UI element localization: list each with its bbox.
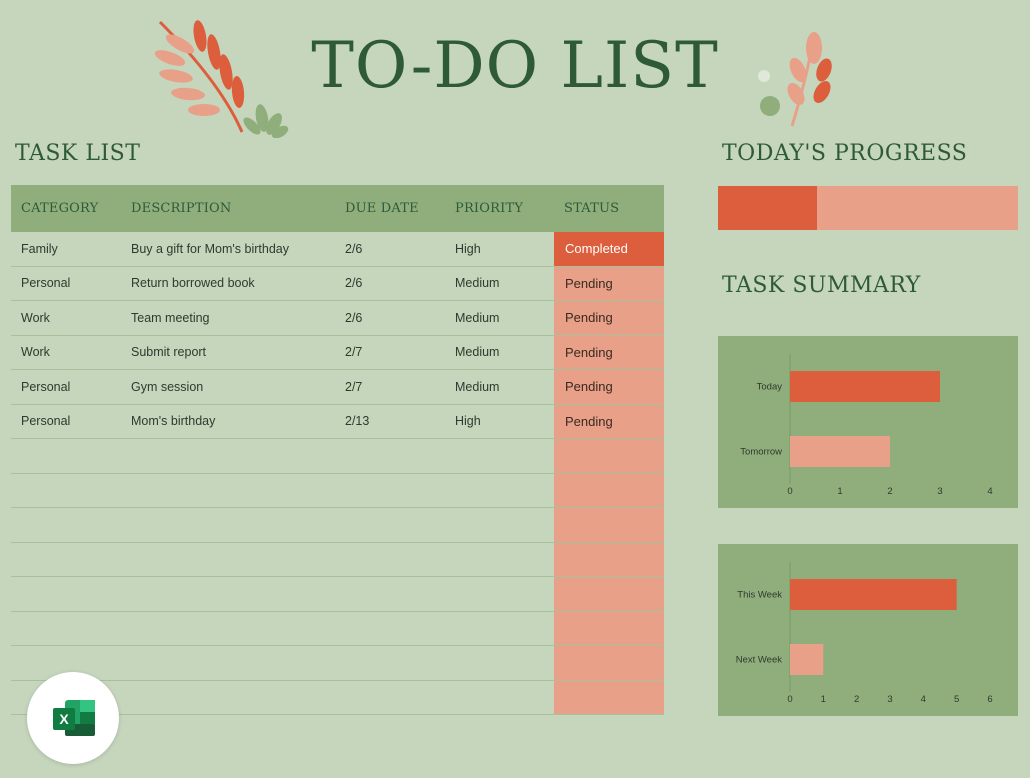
chart-category-label: Today [757,382,783,393]
due-date-cell[interactable]: 2/6 [345,242,362,256]
chart-bar [790,436,890,467]
chart-tick-label: 0 [787,486,792,497]
chart-tick-label: 2 [854,694,859,705]
due-date-cell[interactable]: 2/13 [345,414,369,428]
table-row[interactable]: Personal Gym session 2/7 Medium Pending [11,370,664,405]
priority-cell[interactable]: Medium [455,276,499,290]
status-cell[interactable] [554,439,664,473]
task-table: CATEGORY DESCRIPTION DUE DATE PRIORITY S… [11,185,664,715]
chart-bar [790,371,940,402]
progress-bar-fill [718,186,817,230]
category-cell[interactable]: Family [21,242,58,256]
task-summary-daily-chart: Today Tomorrow 0 1 2 3 4 [718,336,1018,508]
priority-cell[interactable]: High [455,414,481,428]
table-row[interactable]: Work Submit report 2/7 Medium Pending [11,336,664,371]
table-row[interactable]: Family Buy a gift for Mom's birthday 2/6 Hi… [11,232,664,267]
chart-tick-label: 4 [987,486,992,497]
description-cell[interactable]: Gym session [131,380,203,394]
chart-tick-label: 1 [837,486,842,497]
table-row[interactable]: Personal Return borrowed book 2/6 Medium Pen… [11,267,664,302]
status-cell[interactable] [554,681,664,715]
chart-bar [790,644,823,675]
svg-text:X: X [59,711,69,727]
status-cell[interactable]: Completed [554,232,664,266]
leaf-decoration-left-icon [150,14,290,138]
chart-tick-label: 5 [954,694,959,705]
excel-logo-badge: X [27,672,119,764]
empty-table-row[interactable] [11,508,664,543]
column-header-due-date[interactable]: DUE DATE [345,201,419,216]
chart-tick-label: 2 [887,486,892,497]
chart-tick-label: 6 [987,694,992,705]
due-date-cell[interactable]: 2/7 [345,380,362,394]
category-cell[interactable]: Personal [21,380,70,394]
status-cell[interactable] [554,543,664,577]
leaf-decoration-right-icon [752,30,842,130]
chart-tick-label: 0 [787,694,792,705]
description-cell[interactable]: Team meeting [131,311,210,325]
status-cell[interactable] [554,577,664,611]
empty-table-row[interactable] [11,577,664,612]
empty-table-row[interactable] [11,439,664,474]
category-cell[interactable]: Personal [21,276,70,290]
chart-tick-label: 3 [937,486,942,497]
due-date-cell[interactable]: 2/6 [345,311,362,325]
status-cell[interactable]: Pending [554,370,664,404]
priority-cell[interactable]: Medium [455,380,499,394]
task-summary-heading: TASK SUMMARY [722,273,921,298]
empty-table-row[interactable] [11,612,664,647]
status-cell[interactable]: Pending [554,301,664,335]
progress-heading: TODAY'S PROGRESS [722,141,967,166]
description-cell[interactable]: Mom's birthday [131,414,215,428]
column-header-priority[interactable]: PRIORITY [455,201,523,216]
chart-category-label: Next Week [736,655,783,666]
due-date-cell[interactable]: 2/6 [345,276,362,290]
status-cell[interactable] [554,612,664,646]
priority-cell[interactable]: Medium [455,345,499,359]
chart-tick-label: 3 [887,694,892,705]
table-header: CATEGORY DESCRIPTION DUE DATE PRIORITY S… [11,185,664,232]
chart-category-label: This Week [737,590,782,601]
chart-tick-label: 4 [921,694,926,705]
category-cell[interactable]: Work [21,311,50,325]
status-cell[interactable]: Pending [554,336,664,370]
status-cell[interactable] [554,508,664,542]
description-cell[interactable]: Buy a gift for Mom's birthday [131,242,289,256]
empty-table-row[interactable] [11,543,664,578]
status-cell[interactable]: Pending [554,267,664,301]
status-cell[interactable] [554,646,664,680]
column-header-category[interactable]: CATEGORY [21,201,98,216]
progress-bar [718,186,1018,230]
description-cell[interactable]: Return borrowed book [131,276,255,290]
chart-bar [790,579,957,610]
chart-category-label: Tomorrow [740,447,782,458]
status-cell[interactable]: Pending [554,405,664,439]
column-header-status[interactable]: STATUS [564,201,619,216]
status-cell[interactable] [554,474,664,508]
priority-cell[interactable]: Medium [455,311,499,325]
task-summary-weekly-chart: This Week Next Week 0 1 2 3 4 5 6 [718,544,1018,716]
description-cell[interactable]: Submit report [131,345,206,359]
table-body: Family Buy a gift for Mom's birthday 2/6 Hi… [11,232,664,715]
priority-cell[interactable]: High [455,242,481,256]
category-cell[interactable]: Personal [21,414,70,428]
table-row[interactable]: Personal Mom's birthday 2/13 High Pending [11,405,664,440]
chart-tick-label: 1 [821,694,826,705]
excel-icon: X [27,672,119,764]
empty-table-row[interactable] [11,474,664,509]
task-list-heading: TASK LIST [15,141,140,166]
category-cell[interactable]: Work [21,345,50,359]
due-date-cell[interactable]: 2/7 [345,345,362,359]
column-header-description[interactable]: DESCRIPTION [131,201,231,216]
table-row[interactable]: Work Team meeting 2/6 Medium Pending [11,301,664,336]
